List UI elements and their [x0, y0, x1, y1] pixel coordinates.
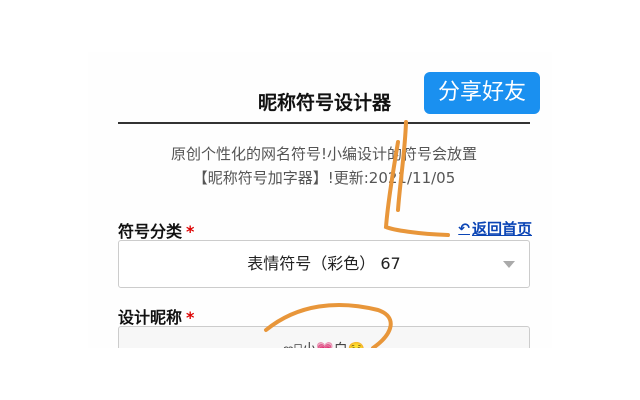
category-label: 符号分类 *	[118, 218, 194, 242]
app-page: 昵称符号设计器 分享好友 原创个性化的网名符号!小编设计的符号会放置 【昵称符号…	[88, 52, 552, 348]
intro-text: 原创个性化的网名符号!小编设计的符号会放置 【昵称符号加字器】!更新:2021/…	[118, 142, 530, 190]
intro-line-1: 原创个性化的网名符号!小编设计的符号会放置	[170, 145, 477, 163]
nickname-input[interactable]: ღ⃝小💗白☺️	[118, 326, 530, 348]
share-friends-button[interactable]: 分享好友	[424, 72, 540, 114]
intro-line-2: 【昵称符号加字器】!更新:2021/11/05	[192, 169, 456, 187]
required-mark: *	[186, 308, 195, 327]
header-bar: 昵称符号设计器 分享好友	[118, 72, 540, 124]
page-title: 昵称符号设计器	[258, 92, 392, 114]
back-arrow-icon: ↶	[458, 220, 470, 237]
nickname-label-text: 设计昵称	[118, 308, 183, 327]
category-select[interactable]: 表情符号（彩色） 67	[118, 240, 530, 288]
required-mark: *	[186, 222, 195, 241]
back-home-link[interactable]: ↶ 返回首页	[458, 218, 532, 239]
back-home-label: 返回首页	[471, 220, 532, 238]
nickname-label: 设计昵称 *	[118, 304, 194, 328]
nickname-value: ღ⃝小💗白☺️	[119, 339, 529, 348]
chevron-down-icon	[503, 261, 515, 268]
category-label-text: 符号分类	[118, 222, 183, 241]
category-selected-value: 表情符号（彩色） 67	[247, 254, 401, 273]
